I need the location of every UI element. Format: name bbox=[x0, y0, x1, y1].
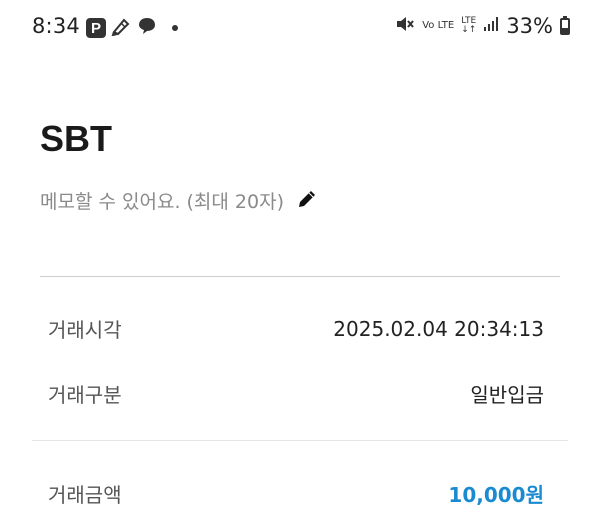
lte-label: LTE bbox=[461, 16, 477, 26]
volte-icon: Vo LTE bbox=[422, 20, 455, 31]
status-bar: 8:34 P Vo LTE LTE ↓↑ 33% bbox=[0, 0, 600, 56]
detail-value: 일반입금 bbox=[470, 383, 544, 407]
memo-placeholder[interactable]: 메모할 수 있어요. (최대 20자) bbox=[40, 187, 284, 214]
battery-icon bbox=[560, 15, 570, 35]
status-time: 8:34 bbox=[32, 14, 80, 38]
amount-divider bbox=[32, 440, 568, 441]
detail-label: 거래시각 bbox=[48, 318, 122, 342]
edit-pencil-icon[interactable] bbox=[296, 188, 318, 214]
detail-value: 2025.02.04 20:34:13 bbox=[333, 316, 544, 341]
detail-row-time: 거래시각 2025.02.04 20:34:13 bbox=[48, 314, 544, 343]
lte-icon: LTE ↓↑ bbox=[461, 16, 477, 35]
chat-bubble-icon bbox=[136, 16, 158, 40]
section-divider bbox=[40, 276, 560, 277]
account-title: SBT bbox=[40, 118, 112, 159]
pencil-notification-icon bbox=[110, 16, 132, 40]
amount-label: 거래금액 bbox=[48, 483, 122, 507]
battery-fill bbox=[562, 28, 568, 33]
parking-icon: P bbox=[86, 18, 106, 38]
mute-icon bbox=[395, 15, 415, 37]
notification-icons: P bbox=[86, 16, 178, 40]
battery-percent: 33% bbox=[506, 14, 553, 38]
system-indicators: Vo LTE LTE ↓↑ 33% bbox=[395, 14, 570, 38]
more-notifications-dot-icon bbox=[172, 25, 178, 31]
amount-value: 10,000원 bbox=[448, 483, 544, 507]
signal-icon bbox=[483, 16, 499, 36]
detail-label: 거래구분 bbox=[48, 383, 122, 407]
memo-editor[interactable]: 메모할 수 있어요. (최대 20자) bbox=[40, 187, 318, 214]
detail-row-type: 거래구분 일반입금 bbox=[48, 379, 544, 408]
amount-row: 거래금액 10,000원 bbox=[48, 479, 544, 508]
